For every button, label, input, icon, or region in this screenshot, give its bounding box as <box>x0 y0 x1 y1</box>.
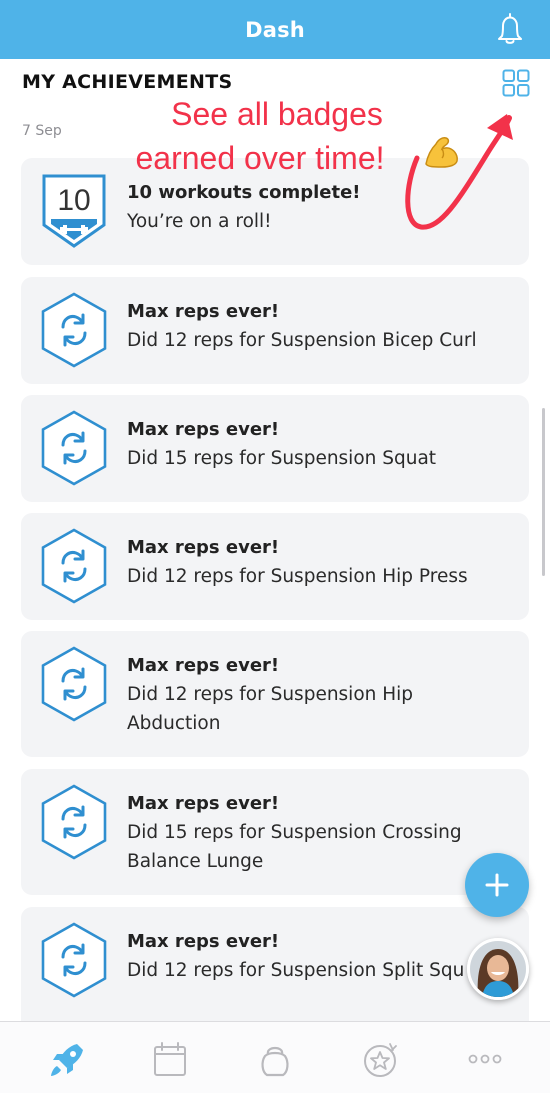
achievement-text: Max reps ever! Did 12 reps for Suspension… <box>127 297 519 355</box>
tab-more[interactable] <box>465 1040 505 1080</box>
tab-workouts[interactable] <box>255 1040 295 1080</box>
achievement-description: Did 12 reps for Suspension Split Squ <box>127 960 465 981</box>
achievement-card[interactable]: Max reps ever! Did 15 reps for Suspension… <box>21 395 529 502</box>
achievement-description: Did 15 reps for Suspension Squat <box>127 448 437 469</box>
achievement-title: Max reps ever! <box>127 537 280 558</box>
rocket-icon <box>51 1044 83 1076</box>
achievement-card[interactable]: Max reps ever! Did 15 reps for Suspension… <box>21 769 529 895</box>
achievement-text: Max reps ever! Did 12 reps for Suspension… <box>127 651 519 738</box>
bottom-tab-bar <box>0 1021 550 1093</box>
achievement-card[interactable]: Max reps ever! Did 12 reps for Suspension… <box>21 513 529 620</box>
achievement-title: Max reps ever! <box>127 419 280 440</box>
max-reps-badge <box>41 784 107 860</box>
achievement-description: Abduction <box>127 713 221 734</box>
grid-icon[interactable] <box>502 69 530 97</box>
max-reps-badge <box>41 292 107 368</box>
tab-achievements[interactable] <box>360 1040 400 1080</box>
date-label: 7 Sep <box>22 123 62 139</box>
achievement-title: Max reps ever! <box>127 301 280 322</box>
badge-number: 10 <box>57 184 90 217</box>
bell-icon[interactable] <box>496 12 524 46</box>
max-reps-badge <box>41 922 107 998</box>
app-screen: Dash MY ACHIEVEMENTS 7 Sep 10 10 workouts… <box>0 0 550 1093</box>
annotation-line-2: earned over time! <box>135 140 385 176</box>
scrollbar[interactable] <box>542 408 545 576</box>
achievement-card[interactable]: Max reps ever! Did 12 reps for Suspension… <box>21 907 529 1033</box>
coach-avatar[interactable] <box>467 938 529 1000</box>
achievement-description: Balance Lunge <box>127 851 264 872</box>
achievement-text: Max reps ever! Did 12 reps for Suspension… <box>127 927 519 985</box>
kettlebell-icon <box>261 1046 289 1077</box>
workout-count-badge: 10 <box>41 173 107 249</box>
max-reps-badge <box>41 528 107 604</box>
tab-calendar[interactable] <box>150 1040 190 1080</box>
annotation-text: See all badges earned over time! <box>122 92 432 180</box>
top-bar: Dash <box>0 0 550 59</box>
annotation-arrow <box>405 114 513 230</box>
achievement-text: Max reps ever! Did 12 reps for Suspension… <box>127 533 519 591</box>
achievement-description: Did 12 reps for Suspension Hip <box>127 684 414 705</box>
achievement-description: Did 12 reps for Suspension Bicep Curl <box>127 330 477 351</box>
annotation-line-1: See all badges <box>171 96 383 132</box>
achievement-description: Did 12 reps for Suspension Hip Press <box>127 566 468 587</box>
achievement-title: Max reps ever! <box>127 931 280 952</box>
tab-dash[interactable] <box>47 1040 87 1080</box>
achievement-text: Max reps ever! Did 15 reps for Suspension… <box>127 415 519 473</box>
page-title: Dash <box>245 17 305 42</box>
add-button[interactable] <box>465 853 529 917</box>
max-reps-badge <box>41 410 107 486</box>
max-reps-badge <box>41 646 107 722</box>
achievement-title: Max reps ever! <box>127 793 280 814</box>
achievement-description: Did 15 reps for Suspension Crossing <box>127 822 462 843</box>
plus-icon <box>485 873 509 897</box>
calendar-icon <box>154 1042 186 1076</box>
achievement-star-icon <box>364 1043 397 1077</box>
section-title: MY ACHIEVEMENTS <box>22 71 233 93</box>
achievement-card[interactable]: Max reps ever! Did 12 reps for Suspension… <box>21 277 529 384</box>
more-icon <box>468 1054 502 1064</box>
achievement-title: Max reps ever! <box>127 655 280 676</box>
achievement-card[interactable]: Max reps ever! Did 12 reps for Suspension… <box>21 631 529 757</box>
achievement-text: Max reps ever! Did 15 reps for Suspension… <box>127 789 519 876</box>
